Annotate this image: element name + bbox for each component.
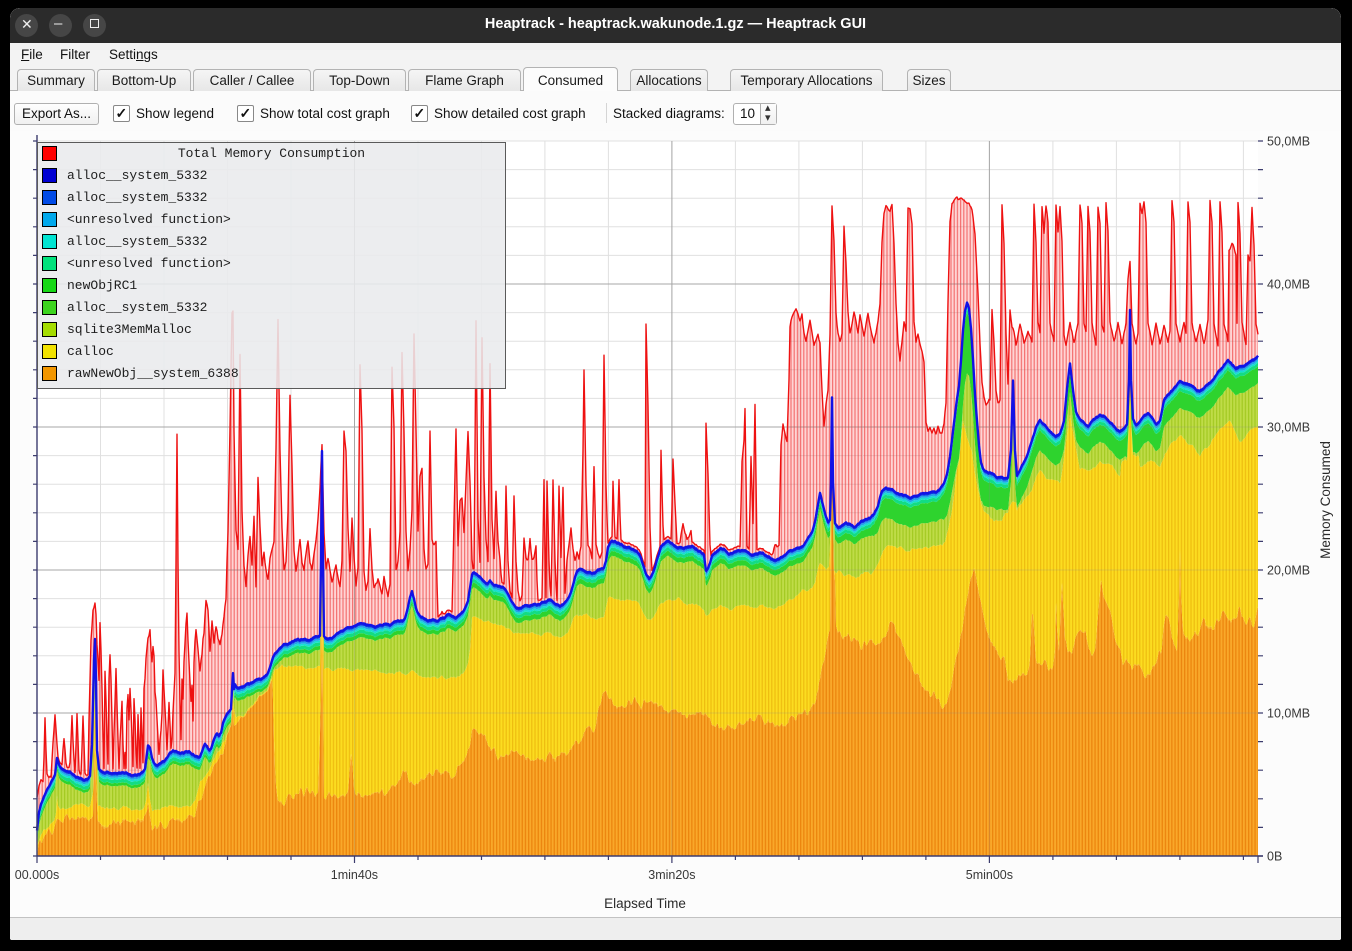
- svg-text:10,0MB: 10,0MB: [1267, 707, 1310, 721]
- svg-text:1min40s: 1min40s: [331, 868, 378, 882]
- svg-text:50,0MB: 50,0MB: [1267, 135, 1310, 149]
- svg-text:20,0MB: 20,0MB: [1267, 564, 1310, 578]
- svg-text:Elapsed Time: Elapsed Time: [604, 896, 686, 911]
- svg-text:5min00s: 5min00s: [966, 868, 1013, 882]
- svg-text:40,0MB: 40,0MB: [1267, 278, 1310, 292]
- svg-text:30,0MB: 30,0MB: [1267, 421, 1310, 435]
- svg-text:Memory Consumed: Memory Consumed: [1318, 441, 1333, 559]
- svg-text:00.000s: 00.000s: [15, 868, 59, 882]
- svg-text:3min20s: 3min20s: [648, 868, 695, 882]
- svg-text:0B: 0B: [1267, 850, 1282, 864]
